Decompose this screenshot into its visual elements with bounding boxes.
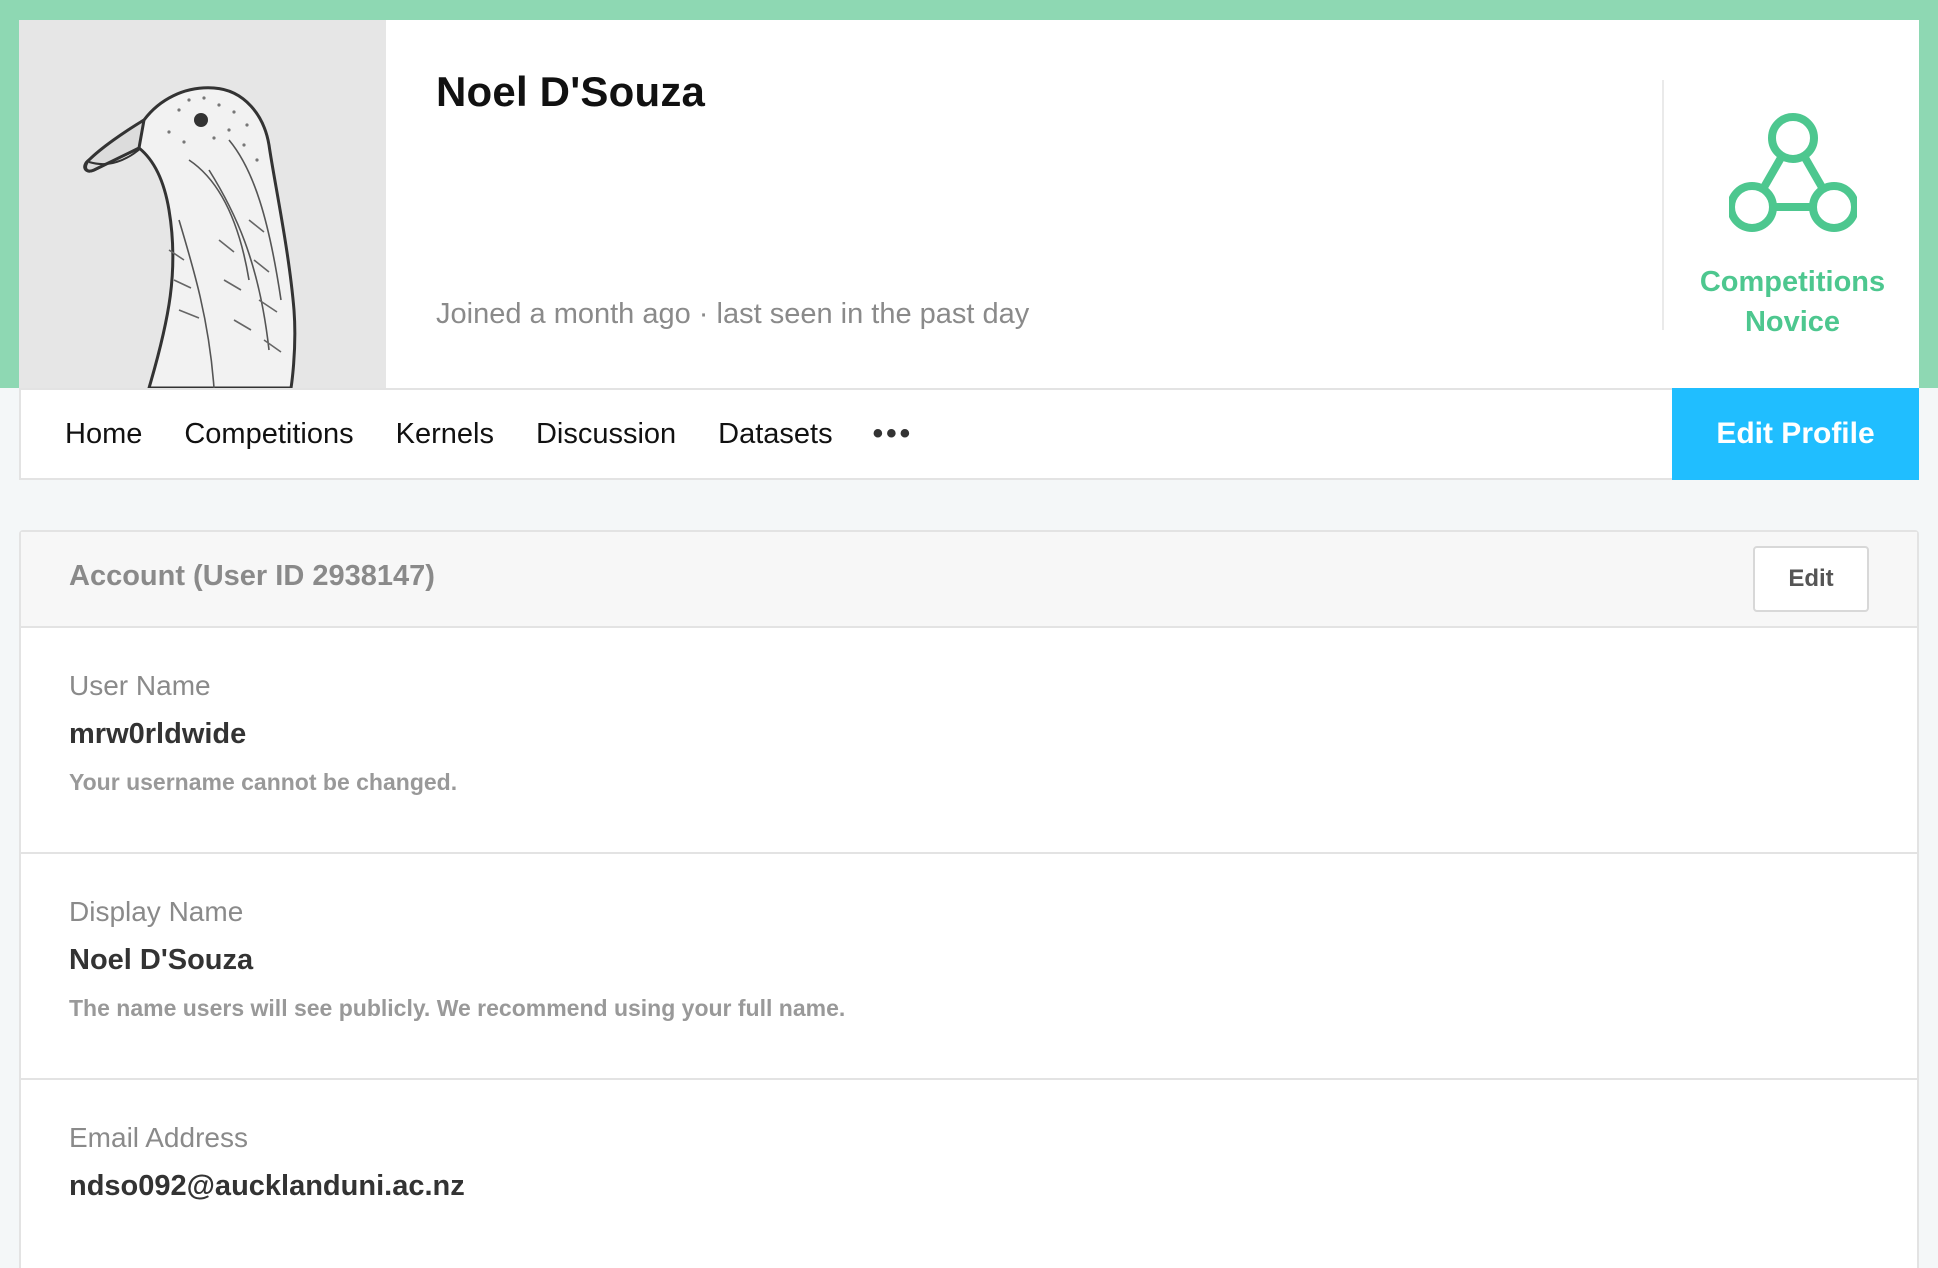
novice-tier-icon — [1729, 113, 1857, 232]
tier-level: Novice — [1744, 306, 1841, 338]
more-options-icon[interactable]: ••• — [873, 417, 914, 451]
tab-kernels[interactable]: Kernels — [396, 418, 494, 451]
account-title: Account (User ID 2938147) — [69, 560, 435, 592]
competitions-tier[interactable]: Competitions Novice — [1662, 80, 1919, 338]
tab-discussion[interactable]: Discussion — [536, 418, 676, 451]
profile-main: Noel D'Souza Joined a month ago · last s… — [386, 20, 1662, 388]
field-help: Your username cannot be changed. — [69, 769, 458, 795]
email-field: Email Address ndso092@aucklanduni.ac.nz — [21, 1080, 1917, 1268]
tab-home[interactable]: Home — [65, 418, 142, 451]
field-value: ndso092@aucklanduni.ac.nz — [69, 1170, 465, 1202]
tab-datasets[interactable]: Datasets — [718, 418, 832, 451]
profile-header: Noel D'Souza Joined a month ago · last s… — [19, 20, 1919, 388]
tier-category: Competitions — [1699, 266, 1886, 298]
profile-nav: Home Competitions Kernels Discussion Dat… — [19, 388, 1919, 480]
account-header: Account (User ID 2938147) Edit — [21, 532, 1917, 628]
display-name-field: Display Name Noel D'Souza The name users… — [21, 854, 1917, 1080]
field-label: Display Name — [69, 896, 244, 927]
username-field: User Name mrw0rldwide Your username cann… — [21, 628, 1917, 854]
account-section: Account (User ID 2938147) Edit User Name… — [19, 530, 1919, 1268]
tier-label: Competitions Novice — [1664, 262, 1921, 342]
avatar[interactable] — [19, 20, 386, 388]
edit-profile-button[interactable]: Edit Profile — [1672, 388, 1919, 480]
field-value: mrw0rldwide — [69, 718, 247, 750]
field-label: Email Address — [69, 1122, 248, 1153]
field-label: User Name — [69, 670, 211, 701]
profile-meta: Joined a month ago · last seen in the pa… — [436, 298, 1030, 330]
tab-competitions[interactable]: Competitions — [184, 418, 353, 451]
field-value: Noel D'Souza — [69, 944, 254, 976]
edit-account-button[interactable]: Edit — [1753, 546, 1869, 612]
profile-name: Noel D'Souza — [436, 68, 706, 115]
field-help: The name users will see publicly. We rec… — [69, 995, 846, 1021]
goose-avatar-icon — [83, 86, 297, 388]
